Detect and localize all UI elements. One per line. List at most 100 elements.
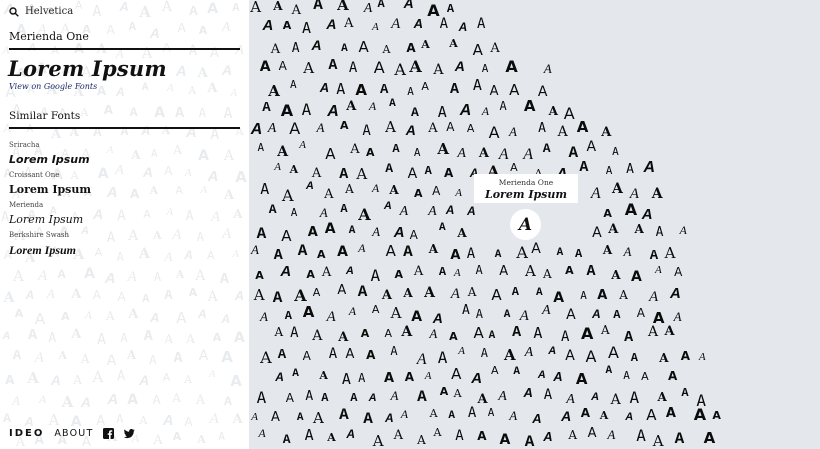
twitter-icon[interactable]: [124, 428, 136, 439]
font-glyph[interactable]: A: [586, 349, 597, 365]
font-glyph[interactable]: A: [490, 42, 499, 55]
font-glyph[interactable]: A: [269, 203, 277, 216]
font-glyph[interactable]: A: [549, 105, 558, 117]
font-glyph[interactable]: A: [386, 243, 396, 259]
font-glyph[interactable]: A: [611, 393, 621, 407]
font-glyph[interactable]: A: [504, 309, 511, 321]
font-glyph[interactable]: A: [382, 289, 392, 302]
font-glyph[interactable]: A: [319, 370, 328, 381]
similar-font-sample[interactable]: Lorem Ipsum: [9, 210, 91, 230]
font-glyph[interactable]: A: [432, 185, 440, 197]
font-glyph[interactable]: A: [455, 429, 463, 443]
font-glyph[interactable]: A: [575, 248, 582, 260]
font-glyph[interactable]: A: [489, 330, 496, 342]
font-glyph[interactable]: A: [346, 348, 355, 361]
similar-font-name[interactable]: Merienda: [9, 200, 91, 210]
font-glyph[interactable]: A: [355, 82, 367, 98]
font-glyph[interactable]: A: [544, 62, 552, 75]
similar-font-name[interactable]: Berkshire Swash: [9, 230, 91, 240]
font-glyph[interactable]: A: [601, 324, 610, 336]
font-glyph[interactable]: A: [449, 331, 458, 342]
similar-font-item[interactable]: Croissant One Lorem Ipsum: [9, 170, 91, 200]
about-link[interactable]: ABOUT: [54, 428, 93, 439]
font-glyph[interactable]: A: [421, 39, 430, 50]
font-glyph[interactable]: A: [468, 406, 476, 420]
font-glyph[interactable]: A: [356, 166, 367, 182]
font-glyph[interactable]: A: [524, 386, 533, 399]
font-glyph[interactable]: A: [317, 249, 326, 260]
font-glyph[interactable]: A: [251, 121, 263, 138]
font-glyph[interactable]: A: [341, 43, 348, 55]
font-glyph[interactable]: A: [385, 119, 396, 135]
font-glyph[interactable]: A: [592, 226, 602, 240]
font-glyph[interactable]: A: [477, 430, 486, 442]
similar-font-name[interactable]: Croissant One: [9, 170, 91, 180]
font-glyph[interactable]: A: [623, 370, 630, 381]
font-glyph[interactable]: A: [543, 268, 552, 280]
font-glyph[interactable]: A: [312, 329, 322, 343]
font-glyph[interactable]: A: [350, 392, 357, 404]
font-glyph[interactable]: A: [581, 326, 593, 342]
font-glyph[interactable]: A: [294, 288, 306, 304]
font-glyph[interactable]: A: [665, 246, 676, 261]
font-glyph[interactable]: A: [361, 328, 370, 339]
font-glyph[interactable]: A: [290, 164, 299, 175]
font-glyph[interactable]: A: [631, 270, 642, 284]
font-glyph[interactable]: A: [607, 428, 615, 441]
font-glyph[interactable]: A: [405, 371, 414, 383]
font-glyph[interactable]: A: [538, 85, 548, 99]
font-glyph[interactable]: A: [699, 352, 706, 363]
font-glyph[interactable]: A: [268, 121, 277, 136]
font-glyph[interactable]: A: [327, 432, 336, 443]
font-glyph[interactable]: A: [406, 123, 416, 137]
font-glyph[interactable]: A: [694, 406, 706, 423]
font-glyph[interactable]: A: [312, 167, 321, 180]
font-glyph[interactable]: A: [524, 98, 536, 114]
font-glyph[interactable]: A: [619, 289, 628, 301]
font-glyph[interactable]: A: [366, 349, 375, 361]
font-glyph[interactable]: A: [433, 63, 443, 77]
font-glyph[interactable]: A: [600, 410, 609, 421]
font-glyph[interactable]: A: [635, 223, 644, 235]
font-glyph[interactable]: A: [325, 147, 335, 162]
font-glyph[interactable]: A: [577, 120, 589, 135]
font-glyph[interactable]: A: [569, 145, 579, 161]
font-glyph[interactable]: A: [471, 371, 482, 386]
font-glyph[interactable]: A: [271, 43, 280, 56]
font-glyph[interactable]: A: [439, 222, 446, 234]
font-glyph[interactable]: A: [358, 372, 365, 384]
font-glyph[interactable]: A: [346, 428, 355, 440]
font-glyph[interactable]: A: [626, 163, 634, 176]
font-glyph[interactable]: A: [277, 145, 288, 159]
font-glyph[interactable]: A: [457, 227, 466, 239]
font-glyph[interactable]: A: [327, 103, 339, 120]
font-glyph[interactable]: A: [479, 147, 489, 160]
font-glyph[interactable]: A: [289, 120, 300, 137]
font-glyph[interactable]: A: [308, 226, 318, 239]
font-glyph[interactable]: A: [363, 411, 373, 427]
google-fonts-link[interactable]: View on Google Fonts: [9, 82, 97, 91]
font-glyph[interactable]: A: [391, 306, 402, 321]
font-glyph[interactable]: A: [372, 304, 380, 315]
font-glyph[interactable]: A: [324, 188, 333, 201]
font-glyph[interactable]: A: [305, 428, 314, 443]
font-glyph[interactable]: A: [681, 387, 688, 399]
font-glyph[interactable]: A: [476, 308, 483, 320]
font-glyph[interactable]: A: [674, 266, 682, 278]
font-glyph[interactable]: A: [597, 289, 607, 302]
font-glyph[interactable]: A: [401, 325, 412, 339]
font-glyph[interactable]: A: [369, 100, 376, 112]
font-glyph[interactable]: A: [327, 310, 336, 325]
font-glyph[interactable]: A: [566, 392, 575, 407]
font-glyph[interactable]: A: [417, 434, 426, 446]
font-glyph[interactable]: A: [410, 229, 418, 241]
similar-font-item[interactable]: Berkshire Swash Lorem Ipsum: [9, 230, 91, 260]
font-glyph[interactable]: A: [250, 0, 261, 15]
font-glyph[interactable]: A: [566, 308, 576, 322]
font-glyph[interactable]: A: [366, 147, 375, 158]
font-glyph[interactable]: A: [558, 125, 568, 139]
font-glyph[interactable]: A: [611, 269, 620, 281]
font-glyph[interactable]: A: [427, 2, 439, 19]
font-glyph[interactable]: A: [561, 330, 569, 344]
font-glyph[interactable]: A: [389, 184, 398, 196]
